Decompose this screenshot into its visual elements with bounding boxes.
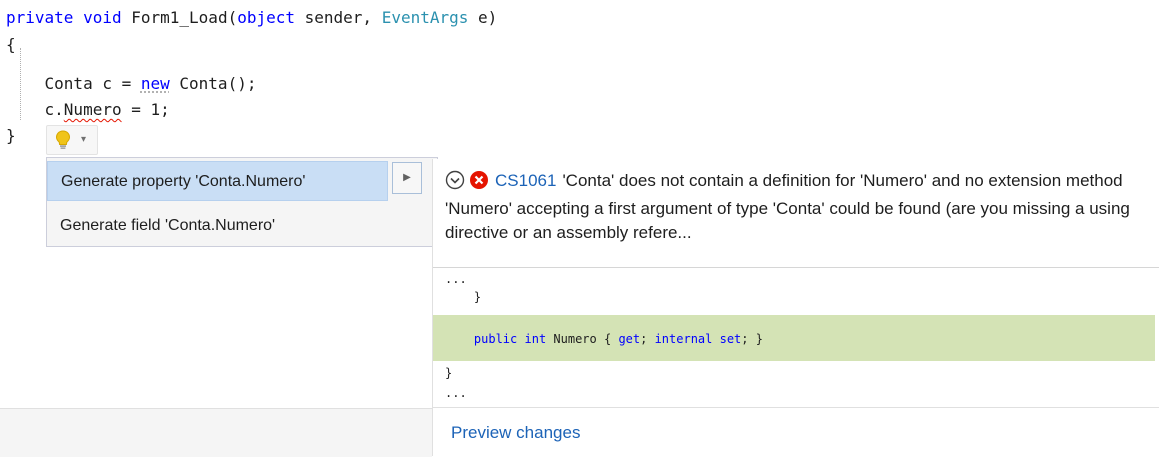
snippet-ellipsis: ... [445, 386, 467, 400]
code-line-2: { [6, 35, 16, 54]
code-text: c. [6, 100, 64, 119]
menu-footer-band [0, 408, 432, 457]
code-text: = 1; [121, 100, 170, 119]
lightbulb-button[interactable]: ▾ [46, 125, 98, 155]
keyword: set [719, 332, 742, 346]
code-text: e) [468, 8, 498, 27]
menu-item-generate-property[interactable]: Generate property 'Conta.Numero' [47, 161, 388, 201]
expand-chevron-icon[interactable] [445, 170, 465, 197]
keyword: get [618, 332, 641, 346]
snippet-line: } [445, 290, 482, 304]
keyword: new [140, 74, 170, 93]
quick-actions-menu: Generate property 'Conta.Numero' ▶ Gener… [46, 157, 438, 247]
code-line-3: Conta c = new Conta(); [6, 74, 257, 94]
type-name: EventArgs [381, 8, 469, 27]
chevron-down-icon[interactable]: ▾ [81, 134, 86, 145]
keyword: public [473, 332, 518, 346]
error-squiggle[interactable]: Numero [64, 100, 122, 119]
error-icon [469, 170, 489, 197]
error-code-link[interactable]: CS1061 [495, 171, 556, 190]
snippet-added-line: public int Numero { get; internal set; } [445, 331, 763, 347]
code-text: sender, [295, 8, 382, 27]
keyword: private [6, 8, 74, 27]
lightbulb-icon [55, 130, 71, 154]
code-text: ; } [741, 332, 763, 346]
divider [433, 407, 1159, 408]
keyword: void [83, 8, 122, 27]
code-line-1: private void Form1_Load(object sender, E… [6, 8, 497, 28]
submenu-arrow-icon[interactable]: ▶ [392, 162, 422, 194]
preview-pane: CS1061 'Conta' does not contain a definit… [432, 159, 1159, 456]
code-line-5: } [6, 126, 16, 145]
snippet-ellipsis: ... [445, 272, 467, 286]
code-text: Form1_Load( [121, 8, 238, 27]
diagnostic-message: CS1061 'Conta' does not contain a definit… [445, 169, 1150, 245]
preview-changes-link[interactable]: Preview changes [451, 423, 580, 443]
keyword: internal [654, 332, 713, 346]
keyword: int [524, 332, 547, 346]
code-text: ; [640, 332, 655, 346]
menu-item-generate-field[interactable]: Generate field 'Conta.Numero' [47, 206, 388, 246]
divider [433, 267, 1159, 268]
code-text: Numero { [546, 332, 619, 346]
keyword: object [237, 8, 295, 27]
snippet-line: } [445, 366, 453, 380]
code-line-4: c.Numero = 1; [6, 100, 170, 120]
code-text: Conta(); [169, 74, 257, 93]
code-text: Conta c = [6, 74, 141, 93]
